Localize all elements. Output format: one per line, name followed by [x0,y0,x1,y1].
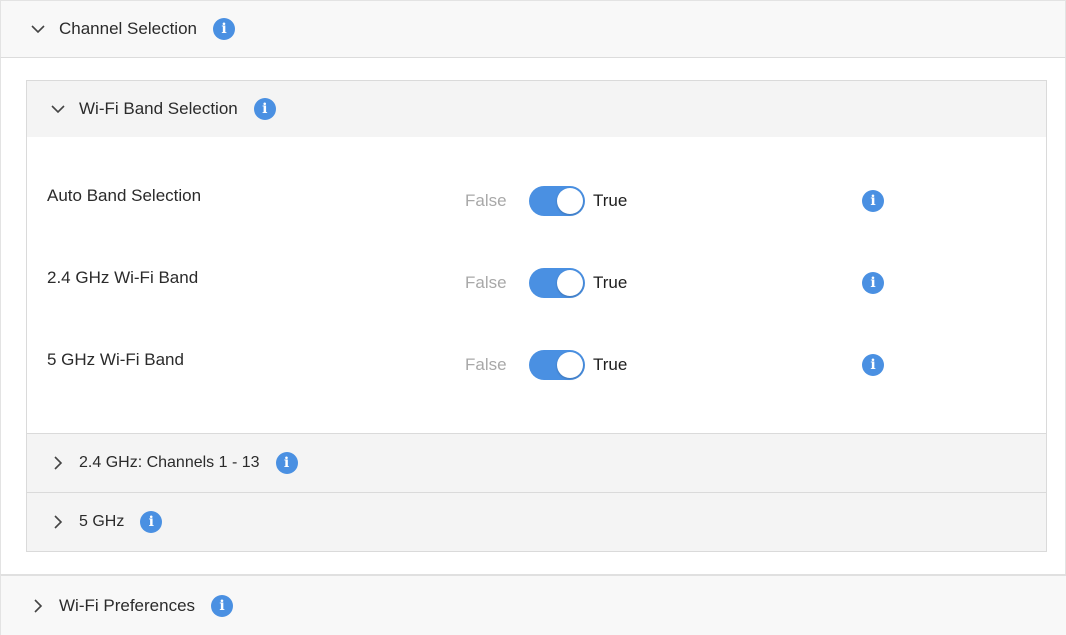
info-icon[interactable]: i [862,272,884,294]
channel-selection-header[interactable]: Channel Selection i [0,0,1066,58]
setting-label: Auto Band Selection [47,186,202,205]
wifi-band-selection-title: Wi-Fi Band Selection [79,99,238,118]
info-icon[interactable]: i [211,594,234,617]
true-label: True [593,355,628,374]
setting-row-24ghz-band: 2.4 GHz Wi-Fi Band False True i [27,259,1046,299]
wifi-band-selection-header[interactable]: Wi-Fi Band Selection i [26,80,1047,138]
info-icon[interactable]: i [275,452,298,474]
channels-5ghz-header[interactable]: 5 GHz i [26,492,1047,552]
chevron-right-icon [29,598,47,613]
auto-band-toggle[interactable] [529,186,585,216]
chevron-down-icon [49,104,67,114]
channel-selection-title: Channel Selection [59,19,197,38]
true-label: True [593,191,628,210]
false-label: False [465,273,507,292]
channels-24ghz-title: 2.4 GHz: Channels 1 - 13 [79,454,260,471]
info-icon[interactable]: i [140,511,163,533]
false-label: False [465,355,507,374]
wifi-band-selection-body: Auto Band Selection False True i 2.4 GHz… [26,137,1047,434]
setting-label: 2.4 GHz Wi-Fi Band [47,268,199,287]
wifi-preferences-header[interactable]: Wi-Fi Preferences i [0,574,1066,635]
setting-label: 5 GHz Wi-Fi Band [47,350,184,369]
info-icon[interactable]: i [253,98,276,120]
chevron-down-icon [29,24,47,34]
5ghz-band-toggle[interactable] [529,350,585,380]
setting-row-5ghz-band: 5 GHz Wi-Fi Band False True i [27,341,1046,381]
24ghz-band-toggle[interactable] [529,268,585,298]
channels-24ghz-header[interactable]: 2.4 GHz: Channels 1 - 13 i [26,433,1047,493]
channels-5ghz-title: 5 GHz [79,513,125,530]
setting-row-auto-band: Auto Band Selection False True i [27,177,1046,217]
toggle-knob [557,270,583,296]
false-label: False [465,191,507,210]
info-icon[interactable]: i [862,354,884,376]
chevron-right-icon [49,456,67,470]
info-icon[interactable]: i [862,190,884,212]
toggle-knob [557,188,583,214]
chevron-right-icon [49,515,67,529]
info-icon[interactable]: i [212,18,235,40]
toggle-knob [557,352,583,378]
wifi-preferences-title: Wi-Fi Preferences [59,595,196,615]
true-label: True [593,273,628,292]
